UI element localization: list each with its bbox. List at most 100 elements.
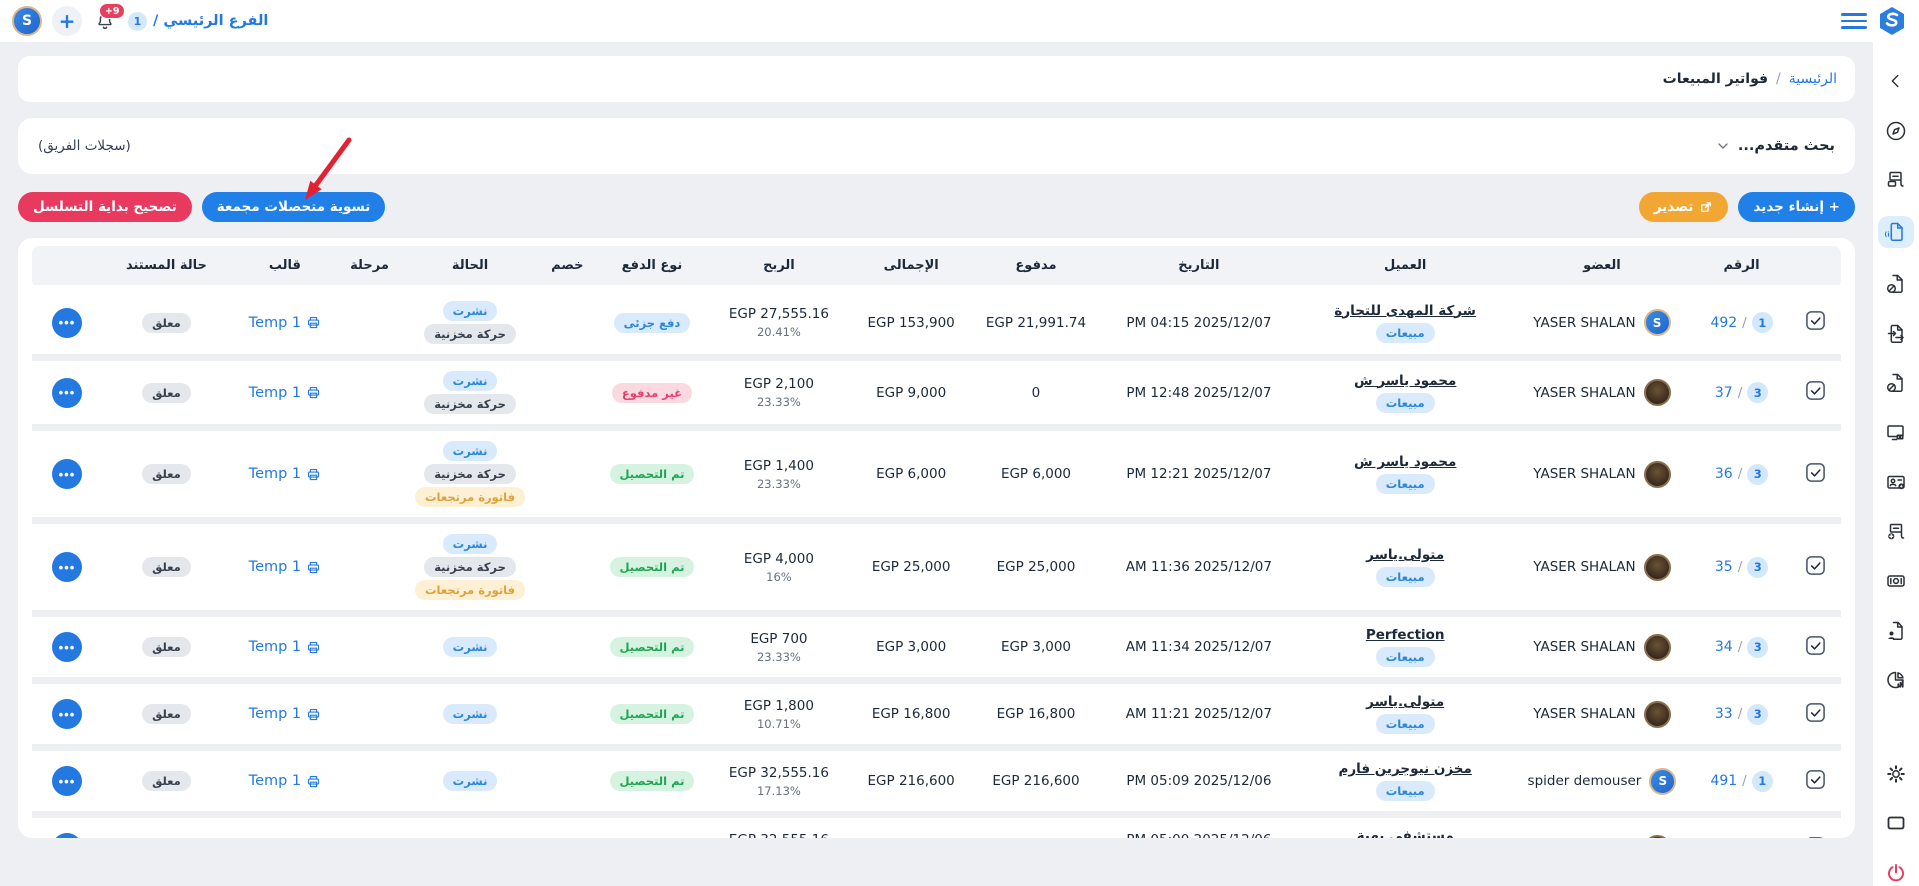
transfer-document-icon[interactable]	[1878, 321, 1914, 347]
template-link[interactable]: Temp 1	[235, 639, 335, 655]
compass-icon[interactable]	[1878, 117, 1914, 143]
row-actions-button[interactable]: •••	[52, 766, 82, 796]
table-row: 3 / 36 YASER SHALAN محمود ياسر ش مبيعات …	[32, 428, 1841, 521]
settings-icon[interactable]	[1878, 761, 1914, 787]
row-actions-button[interactable]: •••	[52, 833, 82, 838]
total-amount: EGP 6,000	[876, 466, 946, 482]
fix-sequence-button[interactable]: تصحيح بداية التسلسل	[18, 192, 192, 222]
fix-sequence-label: تصحيح بداية التسلسل	[33, 199, 177, 215]
row-actions-button[interactable]: •••	[52, 459, 82, 489]
member-avatar	[1644, 379, 1671, 406]
row-checkbox[interactable]	[1805, 702, 1826, 723]
row-checkbox[interactable]	[1805, 462, 1826, 483]
sales-invoice-icon[interactable]: (i)	[1878, 216, 1914, 248]
client-link[interactable]: متولى.ياسر	[1366, 547, 1444, 563]
row-checkbox[interactable]	[1805, 836, 1826, 839]
profit-amount: EGP 32,555.16	[729, 832, 829, 839]
invoice-number[interactable]: 1 / 491	[1697, 771, 1786, 792]
row-checkbox[interactable]	[1805, 310, 1826, 331]
breadcrumb-home-link[interactable]: الرئيسية	[1789, 71, 1837, 87]
member-name: YASER SHALAN	[1533, 315, 1635, 331]
row-actions-button[interactable]: •••	[52, 378, 82, 408]
notification-count-badge: +9	[99, 3, 125, 19]
invoice-number[interactable]: 3 / 33	[1697, 704, 1786, 725]
template-link[interactable]: Temp 1	[235, 706, 335, 722]
profit-percent: 16%	[713, 570, 845, 584]
client-link[interactable]: محمود ياسر ش	[1354, 454, 1456, 470]
row-actions-button[interactable]: •••	[52, 699, 82, 729]
screen-icon[interactable]	[1878, 810, 1914, 836]
paid-amount: EGP 6,000	[1001, 466, 1071, 482]
member-avatar	[1644, 835, 1671, 839]
client-document-icon[interactable]	[1878, 617, 1914, 643]
profit-percent: 17.13%	[713, 784, 845, 798]
client-type-badge: مبيعات	[1376, 647, 1435, 667]
row-actions-button[interactable]: •••	[52, 552, 82, 582]
invoice-number[interactable]: 3 / 37	[1697, 382, 1786, 403]
profit-percent: 20.41%	[713, 325, 845, 339]
member-card-icon[interactable]	[1878, 469, 1914, 495]
invoice-number[interactable]: 3 / 35	[1697, 557, 1786, 578]
collapse-icon[interactable]	[1878, 68, 1914, 94]
invoice-date: PM 12:48 2025/12/07	[1126, 385, 1271, 401]
cancel-document-icon[interactable]	[1878, 271, 1914, 297]
col-header: الربح	[709, 246, 849, 288]
col-header: مرحلة	[339, 246, 400, 288]
member-name: YASER SHALAN	[1533, 385, 1635, 401]
document-status-badge: معلق	[142, 313, 191, 333]
paid-amount: EGP 216,600	[992, 773, 1079, 789]
settle-collections-button[interactable]: تسوية متحصلات مجمعة	[202, 192, 386, 222]
row-actions-button[interactable]: •••	[52, 308, 82, 338]
client-link[interactable]: شركة المهدى للتجارة	[1334, 303, 1476, 319]
row-checkbox[interactable]	[1805, 555, 1826, 576]
row-checkbox[interactable]	[1805, 380, 1826, 401]
export-button[interactable]: تصدير	[1639, 192, 1729, 222]
client-link[interactable]: متولى.ياسر	[1366, 694, 1444, 710]
pos-receipt-icon[interactable]	[1878, 167, 1914, 193]
template-name: Temp 1	[249, 466, 301, 482]
advanced-search-label: بحث متقدم...	[1738, 138, 1835, 154]
template-link[interactable]: Temp 1	[235, 559, 335, 575]
printer-icon	[306, 774, 321, 789]
status-badge: حركة مخزنية	[424, 557, 516, 577]
template-link[interactable]: Temp 1	[235, 773, 335, 789]
bell-icon[interactable]: +9	[92, 8, 118, 34]
logout-icon[interactable]	[1878, 860, 1914, 886]
cash-icon[interactable]	[1878, 568, 1914, 594]
row-checkbox[interactable]	[1805, 769, 1826, 790]
branch-label[interactable]: الفرع الرئيسي / 1	[128, 12, 268, 31]
row-checkbox[interactable]	[1805, 635, 1826, 656]
invoice-number[interactable]: 1 / 490	[1697, 838, 1786, 839]
advanced-search-toggle[interactable]: بحث متقدم...	[1715, 138, 1835, 154]
table-row: 3 / 37 YASER SHALAN محمود ياسر ش مبيعات …	[32, 358, 1841, 428]
client-link[interactable]: محمود ياسر ش	[1354, 373, 1456, 389]
profit-amount: EGP 1,800	[744, 698, 814, 714]
client-link[interactable]: مستشفى بهية	[1357, 828, 1454, 838]
template-link[interactable]: Temp 1	[235, 466, 335, 482]
status-badges: نشرت	[404, 637, 536, 657]
printer-icon	[306, 560, 321, 575]
invoice-number[interactable]: 3 / 34	[1697, 637, 1786, 658]
quick-add-button[interactable]: +	[52, 6, 82, 36]
invoice-number-value: 491	[1710, 773, 1737, 789]
profit-amount: EGP 32,555.16	[729, 765, 829, 781]
app-logo[interactable]	[1877, 6, 1907, 36]
member-name: YASER SHALAN	[1533, 559, 1635, 575]
hamburger-menu-icon[interactable]	[1841, 11, 1867, 31]
template-link[interactable]: Temp 1	[235, 385, 335, 401]
pos-terminal-icon[interactable]	[1878, 420, 1914, 446]
row-actions-button[interactable]: •••	[52, 632, 82, 662]
create-new-button[interactable]: + إنشاء جديد	[1738, 192, 1855, 222]
template-link[interactable]: Temp 1	[235, 315, 335, 331]
invoice-number[interactable]: 3 / 36	[1697, 464, 1786, 485]
user-avatar[interactable]: S	[12, 6, 42, 36]
member-avatar: S	[1644, 309, 1671, 336]
void-document-icon[interactable]	[1878, 370, 1914, 396]
client-cell: محمود ياسر ش مبيعات	[1303, 373, 1507, 413]
client-link[interactable]: Perfection	[1366, 627, 1445, 643]
client-link[interactable]: مخزن نيوجرين فارم	[1339, 761, 1472, 777]
add-receipt-icon[interactable]	[1878, 519, 1914, 545]
reports-icon[interactable]	[1878, 667, 1914, 693]
status-badge: نشرت	[443, 441, 498, 461]
invoice-number[interactable]: 1 / 492	[1697, 312, 1786, 333]
